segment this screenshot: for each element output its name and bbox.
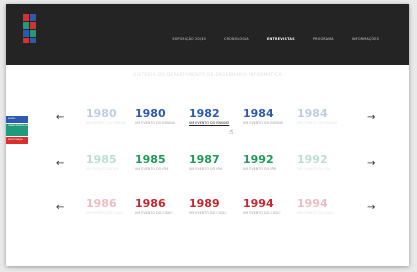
event-year: 1992 (243, 153, 274, 166)
event-label: UM EVENTO DO CISUC (86, 211, 124, 215)
event-year: 1994 (243, 197, 274, 210)
timeline-event[interactable]: 1994 UM EVENTO DO CISUC (243, 197, 287, 216)
event-label: UM EVENTO DO ENSINO (243, 121, 284, 125)
timeline-event[interactable]: 1985 UM EVENTO DO IPN (135, 153, 179, 172)
logo-block-blue-3 (30, 38, 36, 43)
logo-block-red-3 (23, 38, 29, 43)
event-year: 1982 (189, 107, 220, 120)
arrow-right-icon[interactable]: → (367, 203, 375, 213)
timeline-event[interactable]: 1984 UM EVENTO DO ENSINO (297, 107, 341, 126)
event-year: 1992 (297, 153, 328, 166)
event-year: 1994 (297, 197, 328, 210)
event-label: UM EVENTO DO CISUC (297, 211, 335, 215)
event-label: UM EVENTO DO IPN (135, 167, 168, 171)
event-label: UM EVENTO DO IPN (189, 167, 222, 171)
nav-item-cronologia[interactable]: CRONOLOGIA (224, 37, 249, 41)
event-year: 1980 (135, 107, 166, 120)
event-year: 1989 (189, 197, 220, 210)
timeline-event[interactable]: 1989 UM EVENTO DO CISUC (189, 197, 233, 216)
logo-block-blue (30, 14, 36, 21)
arrow-right-icon[interactable]: → (367, 159, 375, 169)
event-label: UM EVENTO DO IPN (243, 167, 276, 171)
event-year: 1985 (86, 153, 117, 166)
event-label: UM EVENTO DO IPN (86, 167, 119, 171)
timeline-event[interactable]: 1986 UM EVENTO DO CISUC (86, 197, 130, 216)
logo[interactable] (23, 14, 37, 43)
timeline-event[interactable]: 1980 UM EVENTO DO ENSINO (86, 107, 130, 126)
timeline-event[interactable]: 1987 UM EVENTO DO IPN (189, 153, 233, 172)
timeline-event[interactable]: 1994 UM EVENTO DO CISUC (297, 197, 341, 216)
nav-item-exposicao[interactable]: EXPOSIÇÃO 20/30 (172, 37, 206, 41)
top-bar: EXPOSIÇÃO 20/30 CRONOLOGIA ENTREVISTAS P… (6, 4, 409, 65)
timeline-event[interactable]: 1992 UM EVENTO DO IPN (243, 153, 287, 172)
nav-item-entrevistas[interactable]: ENTREVISTAS (267, 37, 295, 41)
timeline-row: ← 1986 UM EVENTO DO CISUC 1986 UM EVENTO DO … (6, 198, 409, 228)
hand-cursor-icon: ☝ (229, 128, 234, 136)
event-year: 1986 (86, 197, 117, 210)
main-nav: EXPOSIÇÃO 20/30 CRONOLOGIA ENTREVISTAS P… (172, 37, 379, 41)
event-label: UM EVENTO DO ENSINO (86, 121, 127, 125)
event-label: UM EVENTO DO IPN (297, 167, 330, 171)
event-label: UM EVENTO DO ENSINO (135, 121, 176, 125)
event-year: 1985 (135, 153, 166, 166)
event-label: UM EVENTO DO CISUC (189, 211, 227, 215)
event-year: 1987 (189, 153, 220, 166)
event-year: 1984 (243, 107, 274, 120)
logo-block-teal-2 (30, 30, 36, 37)
event-year: 1980 (86, 107, 117, 120)
page-window: EXPOSIÇÃO 20/30 CRONOLOGIA ENTREVISTAS P… (6, 4, 409, 266)
page-subtitle: HISTÓRIA DO DEPARTAMENTO DE ENGENHARIA I… (133, 72, 282, 77)
event-year: 1984 (297, 107, 328, 120)
timeline-row: ← 1985 UM EVENTO DO IPN 1985 UM EVENTO DO IP… (6, 154, 409, 184)
event-year: 1986 (135, 197, 166, 210)
timeline-event[interactable]: 1986 UM EVENTO DO CISUC (135, 197, 179, 216)
arrow-right-icon[interactable]: → (367, 113, 375, 123)
timeline-event[interactable]: 1984 UM EVENTO DO ENSINO (243, 107, 287, 126)
logo-block-red (23, 14, 29, 21)
event-label: UM EVENTO DO CISUC (243, 211, 281, 215)
legend-investigacao[interactable]: INVESTIGAÇÃO (6, 137, 28, 144)
logo-block-teal (23, 22, 29, 29)
event-label: UM EVENTO DO ENSINO (189, 121, 230, 125)
nav-item-informacoes[interactable]: INFORMAÇÕES (352, 37, 379, 41)
arrow-left-icon[interactable]: ← (56, 159, 64, 169)
nav-item-programa[interactable]: PROGRAMA (313, 37, 334, 41)
logo-block-red-2 (30, 22, 36, 29)
event-label: UM EVENTO DO ENSINO (297, 121, 338, 125)
timeline-event[interactable]: 1992 UM EVENTO DO IPN (297, 153, 341, 172)
timeline-row: ← 1980 UM EVENTO DO ENSINO 1980 UM EVENTO DO… (6, 108, 409, 138)
timeline-event[interactable]: 1980 UM EVENTO DO ENSINO (135, 107, 179, 126)
arrow-left-icon[interactable]: ← (56, 203, 64, 213)
timeline-event[interactable]: 1982 UM EVENTO DO ENSINO (189, 107, 233, 126)
logo-block-blue-2 (23, 30, 29, 37)
timeline-event[interactable]: 1985 UM EVENTO DO IPN (86, 153, 130, 172)
arrow-left-icon[interactable]: ← (56, 113, 64, 123)
event-label: UM EVENTO DO CISUC (135, 211, 173, 215)
